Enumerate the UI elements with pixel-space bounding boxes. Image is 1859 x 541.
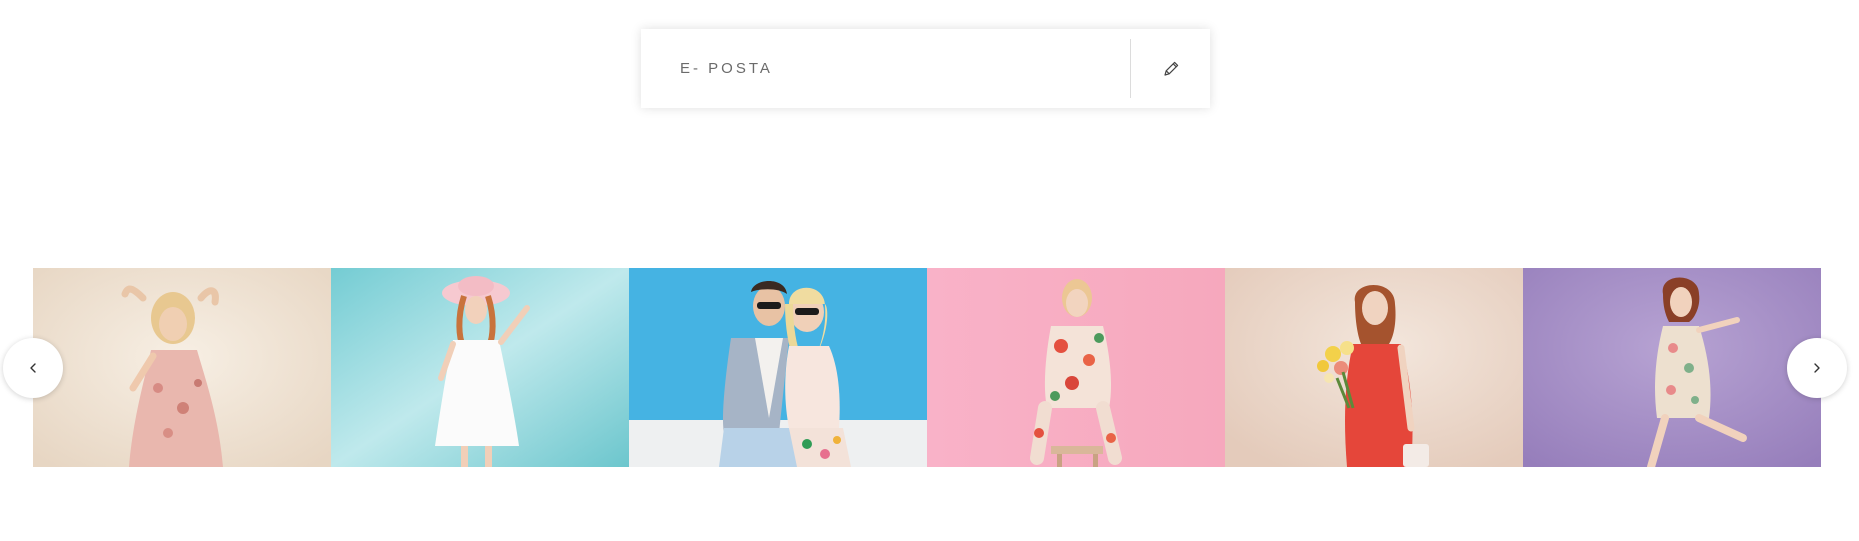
pencil-icon — [1163, 61, 1178, 76]
gallery-image-3[interactable] — [629, 268, 927, 467]
email-submit-button[interactable] — [1131, 29, 1210, 108]
gallery-image-1[interactable] — [33, 268, 331, 467]
newsletter-form — [641, 29, 1210, 108]
gallery-image-6[interactable] — [1523, 268, 1821, 467]
page — [0, 0, 1859, 541]
gallery-image-5[interactable] — [1225, 268, 1523, 467]
gallery-image-4[interactable] — [927, 268, 1225, 467]
gallery-carousel — [33, 268, 1821, 467]
email-input[interactable] — [641, 29, 1130, 108]
chevron-right-icon — [1814, 363, 1820, 373]
carousel-next-button[interactable] — [1787, 338, 1847, 398]
chevron-left-icon — [30, 363, 36, 373]
gallery-image-2[interactable] — [331, 268, 629, 467]
carousel-prev-button[interactable] — [3, 338, 63, 398]
